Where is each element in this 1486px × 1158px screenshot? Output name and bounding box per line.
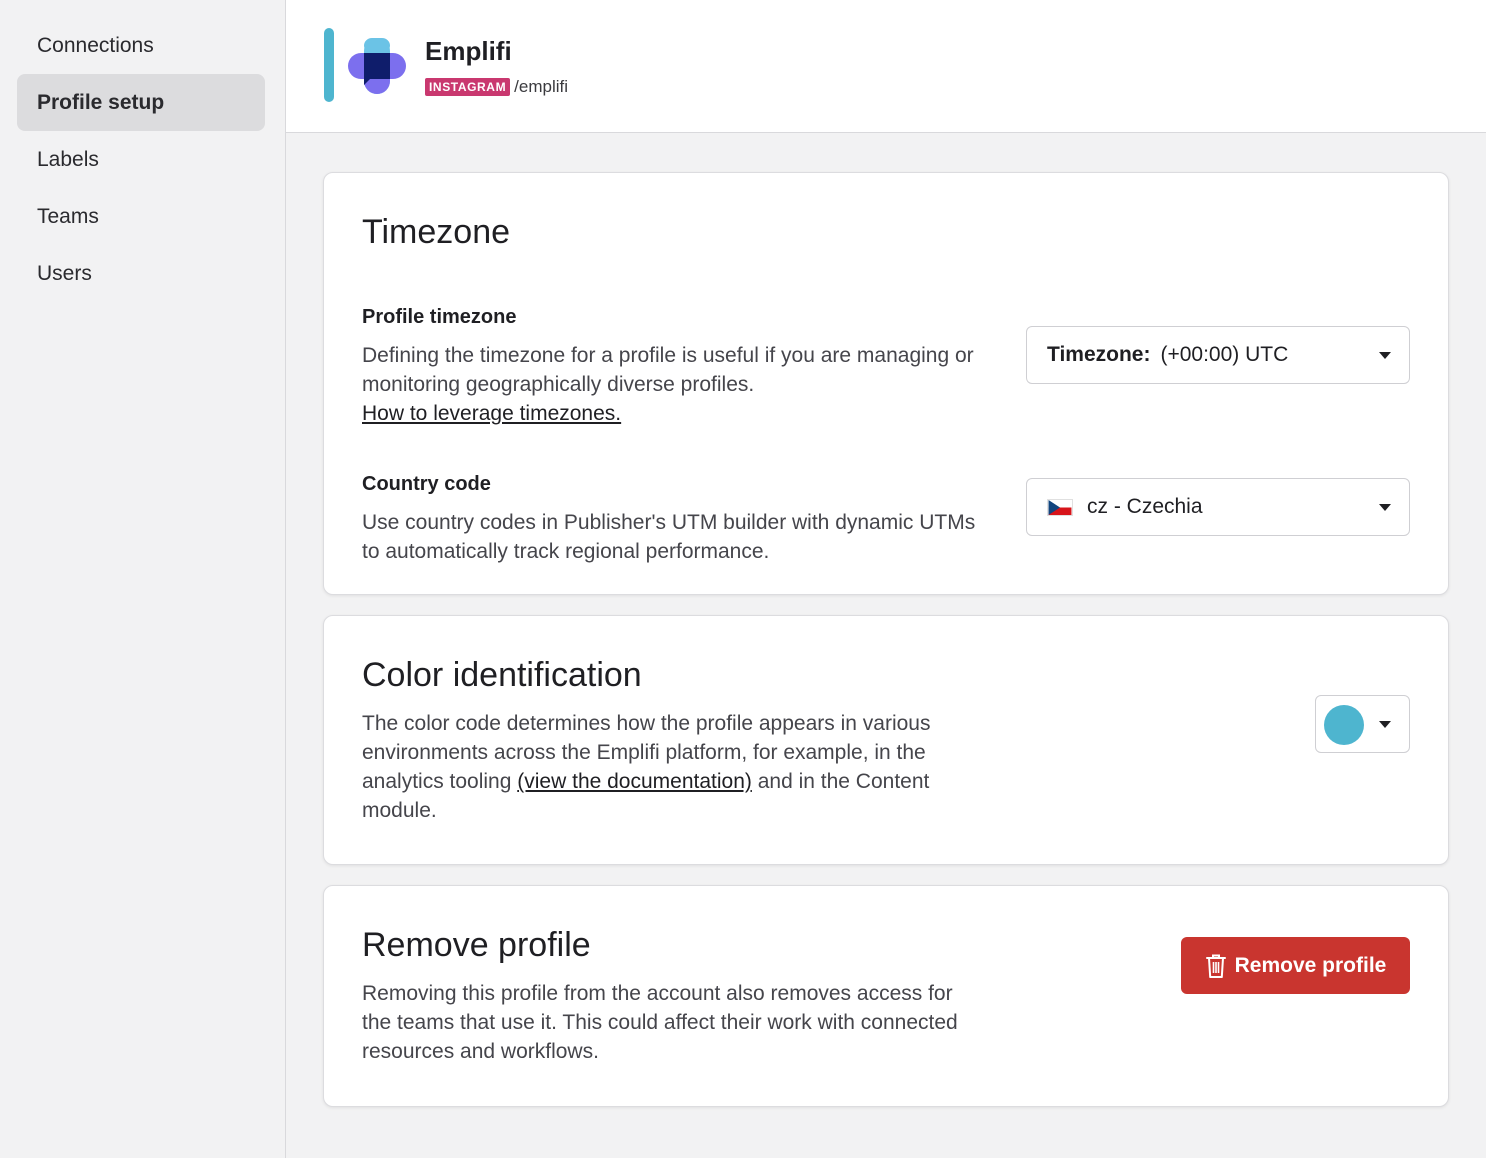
- sidebar-item-labels[interactable]: Labels: [17, 131, 265, 188]
- color-picker-select[interactable]: [1315, 695, 1410, 753]
- card-title: Timezone: [362, 213, 511, 251]
- profile-handle: /emplifi: [514, 77, 569, 96]
- profile-color-bar: [324, 28, 334, 102]
- caret-down-icon: [1379, 721, 1391, 728]
- app-root: Connections Profile setup Labels Teams U…: [0, 0, 1486, 1158]
- network-badge: INSTAGRAM: [425, 78, 511, 96]
- profile-header: Emplifi INSTAGRAM /emplifi: [286, 0, 1486, 133]
- country-code-row: Country code Use country codes in Publis…: [362, 473, 1410, 566]
- caret-down-icon: [1379, 352, 1391, 359]
- content: Timezone Profile timezone Defining the t…: [286, 133, 1486, 1127]
- section-description: Defining the timezone for a profile is u…: [362, 341, 992, 428]
- profile-timezone-row: Profile timezone Defining the timezone f…: [362, 306, 1410, 428]
- profile-name: Emplifi: [425, 36, 512, 66]
- timezone-select[interactable]: Timezone: (+00:00) UTC: [1026, 326, 1410, 384]
- select-label: Timezone:: [1047, 343, 1151, 366]
- emplifi-logo-icon: [348, 38, 406, 94]
- timezones-help-link[interactable]: How to leverage timezones.: [362, 402, 621, 425]
- main-area: Emplifi INSTAGRAM /emplifi Timezone Prof…: [286, 0, 1486, 1158]
- profile-meta: INSTAGRAM /emplifi: [425, 77, 568, 97]
- color-identification-card: Color identification The color code dete…: [323, 615, 1449, 865]
- button-label: Remove profile: [1234, 953, 1387, 977]
- card-title: Color identification: [362, 656, 642, 694]
- color-row: The color code determines how the profil…: [362, 695, 1410, 825]
- sidebar: Connections Profile setup Labels Teams U…: [0, 0, 286, 1158]
- sidebar-item-connections[interactable]: Connections: [17, 17, 265, 74]
- trash-icon: [1205, 954, 1226, 978]
- section-label: Profile timezone: [362, 306, 517, 328]
- remove-profile-button[interactable]: Remove profile: [1181, 937, 1410, 994]
- select-value: cz - Czechia: [1087, 495, 1203, 518]
- sidebar-item-profile-setup[interactable]: Profile setup: [17, 74, 265, 131]
- sidebar-item-users[interactable]: Users: [17, 245, 265, 302]
- section-description: The color code determines how the profil…: [362, 709, 977, 825]
- sidebar-item-teams[interactable]: Teams: [17, 188, 265, 245]
- country-code-select[interactable]: cz - Czechia: [1026, 478, 1410, 536]
- remove-row: Removing this profile from the account a…: [362, 937, 1410, 1066]
- section-description: Removing this profile from the account a…: [362, 982, 958, 1063]
- remove-profile-card: Remove profile Removing this profile fro…: [323, 885, 1449, 1107]
- czech-flag-icon: [1047, 498, 1073, 516]
- timezone-card: Timezone Profile timezone Defining the t…: [323, 172, 1449, 595]
- select-value: (+00:00) UTC: [1160, 343, 1289, 366]
- section-label: Country code: [362, 473, 491, 495]
- caret-down-icon: [1379, 504, 1391, 511]
- documentation-link[interactable]: (view the documentation): [517, 770, 752, 793]
- color-swatch: [1324, 705, 1364, 745]
- description-text: Defining the timezone for a profile is u…: [362, 344, 974, 396]
- section-description: Use country codes in Publisher's UTM bui…: [362, 511, 976, 563]
